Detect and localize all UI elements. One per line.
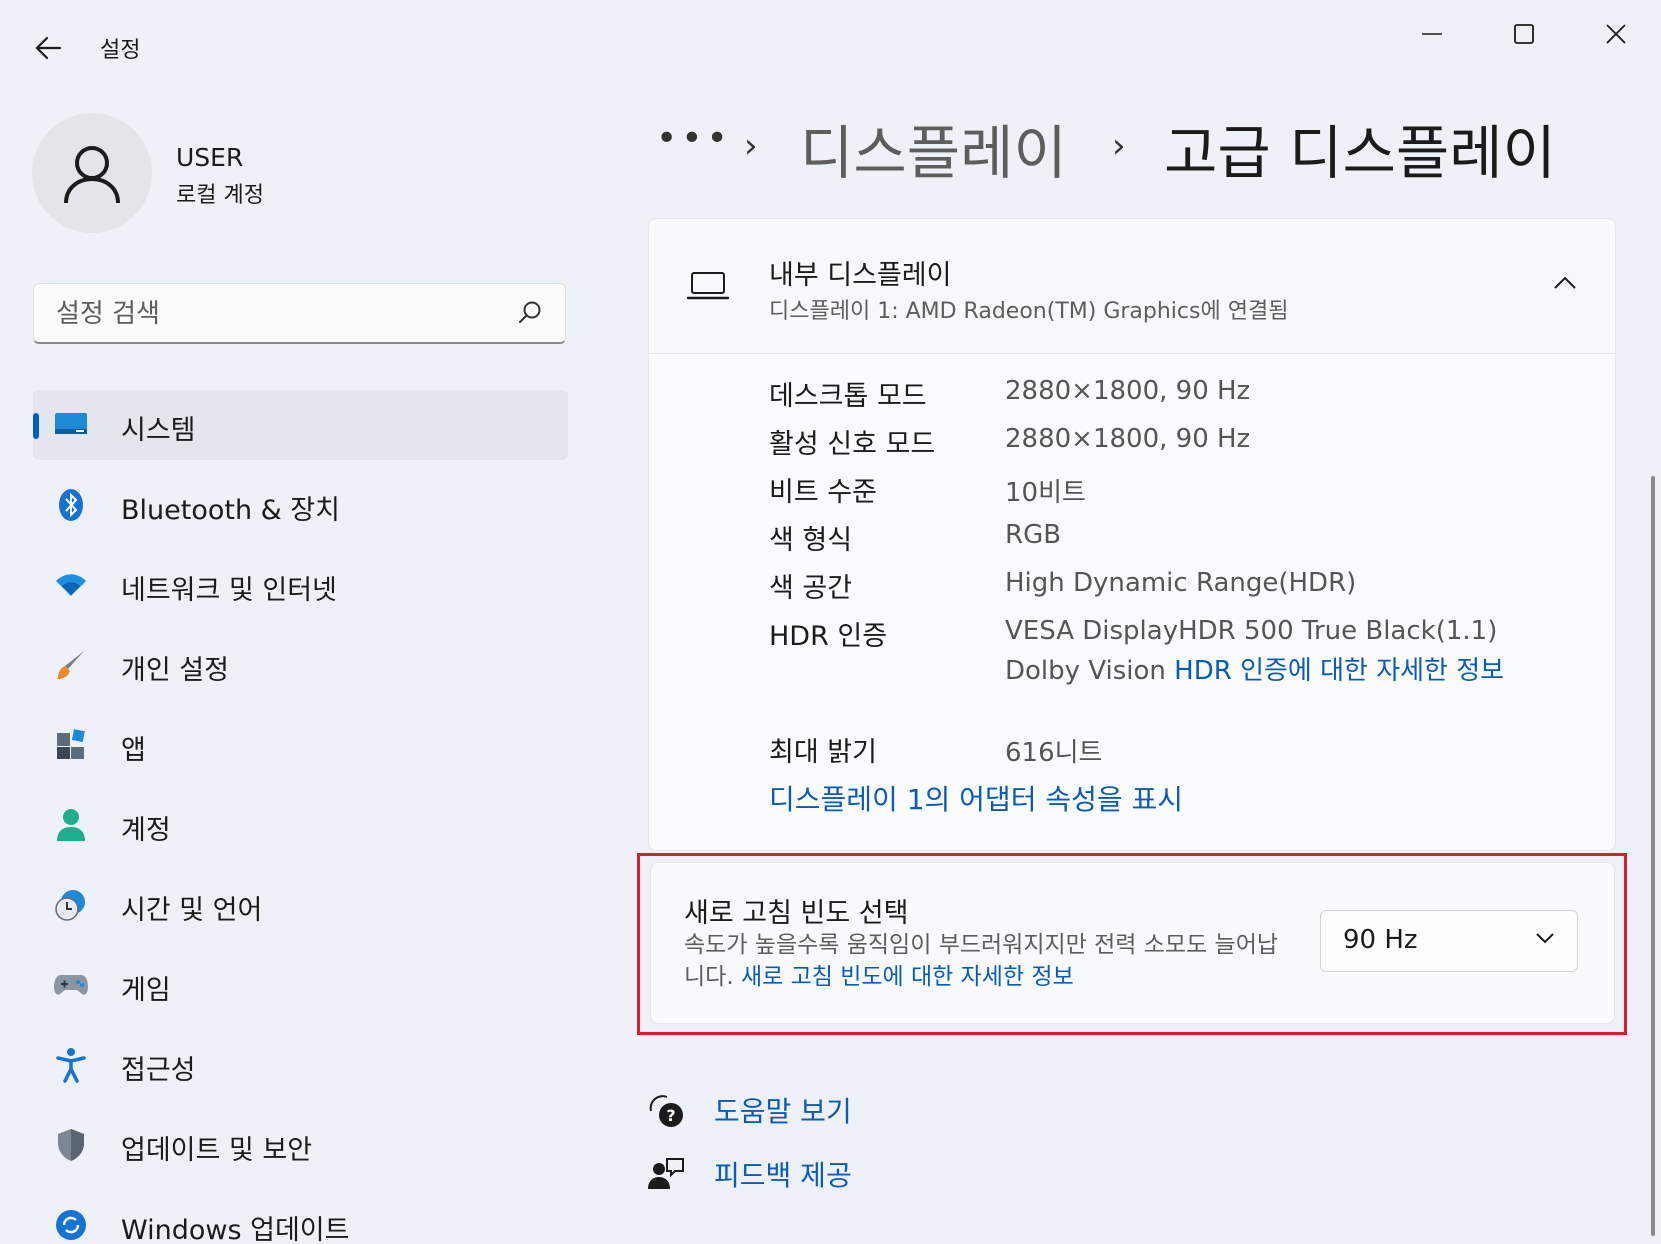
sidebar-item-label: 시간 및 언어: [121, 895, 263, 926]
clock-globe-icon: [53, 887, 89, 923]
property-label: 색 공간: [769, 573, 853, 604]
maximize-icon: [1514, 24, 1534, 44]
account-type: 로컬 계정: [176, 183, 264, 208]
sidebar-item-bluetooth[interactable]: Bluetooth & 장치: [33, 470, 568, 540]
gamepad-icon: [53, 967, 89, 1003]
paintbrush-icon: [53, 647, 89, 683]
scrollbar-thumb[interactable]: [1651, 476, 1655, 1236]
page-title: 고급 디스플레이: [1164, 119, 1556, 187]
bluetooth-icon: [53, 487, 89, 523]
sidebar-item-system[interactable]: 시스템: [33, 390, 568, 460]
sidebar-item-label: 앱: [121, 735, 146, 766]
sidebar-item-label: 네트워크 및 인터넷: [121, 575, 337, 606]
property-value: 616니트: [1005, 738, 1103, 768]
property-label: 비트 수준: [769, 477, 877, 508]
hdr-info-link[interactable]: HDR 인증에 대한 자세한 정보: [1174, 656, 1504, 686]
adapter-properties-link[interactable]: 디스플레이 1의 어댑터 속성을 표시: [769, 778, 1183, 818]
breadcrumb-overflow-button[interactable]: •••: [656, 118, 732, 159]
property-label: 활성 신호 모드: [769, 429, 936, 460]
property-label: HDR 인증: [769, 621, 888, 652]
breadcrumb-parent-link[interactable]: 디스플레이: [800, 106, 1067, 190]
hdr-certification-extra: Dolby Vision HDR 인증에 대한 자세한 정보: [1005, 654, 1545, 689]
close-icon: [1606, 24, 1626, 44]
search-icon[interactable]: [517, 300, 543, 326]
minimize-button[interactable]: [1402, 14, 1462, 54]
back-button[interactable]: [30, 28, 70, 68]
wifi-icon: [53, 567, 89, 603]
shield-icon: [53, 1127, 89, 1163]
display-properties: 데스크톱 모드 2880×1800, 90 Hz 활성 신호 모드 2880×1…: [649, 354, 1615, 850]
person-icon: [64, 146, 120, 204]
search-box[interactable]: [33, 283, 566, 344]
sidebar-item-apps[interactable]: 앱: [33, 710, 568, 780]
sidebar-item-label: Windows 업데이트: [121, 1215, 350, 1244]
property-value: 10비트: [1005, 478, 1086, 508]
property-label: 색 형식: [769, 525, 853, 556]
property-value: 2880×1800, 90 Hz: [1005, 376, 1251, 406]
sidebar-item-label: 개인 설정: [121, 655, 229, 686]
maximize-button[interactable]: [1494, 14, 1554, 54]
sidebar-item-label: 업데이트 및 보안: [121, 1135, 313, 1166]
sidebar-item-label: 접근성: [121, 1055, 196, 1086]
property-label: 최대 밝기: [769, 737, 877, 768]
sidebar-item-network[interactable]: 네트워크 및 인터넷: [33, 550, 568, 620]
laptop-icon: [687, 272, 729, 300]
dolby-vision-text: Dolby Vision: [1005, 656, 1166, 686]
display-card-header[interactable]: 내부 디스플레이 디스플레이 1: AMD Radeon(TM) Graphic…: [649, 219, 1615, 354]
sidebar-item-accessibility[interactable]: 접근성: [33, 1030, 568, 1100]
breadcrumb-separator: ›: [1112, 126, 1126, 166]
property-label: 데스크톱 모드: [769, 381, 927, 412]
sidebar-item-label: 시스템: [121, 415, 196, 446]
display-info-card: 내부 디스플레이 디스플레이 1: AMD Radeon(TM) Graphic…: [648, 218, 1616, 851]
svg-text:?: ?: [666, 1106, 675, 1125]
get-help-link[interactable]: ? 도움말 보기: [646, 1088, 852, 1132]
avatar[interactable]: [32, 113, 152, 233]
give-feedback-link[interactable]: 피드백 제공: [646, 1152, 852, 1196]
property-value: VESA DisplayHDR 500 True Black(1.1): [1005, 616, 1498, 646]
sidebar-item-label: Bluetooth & 장치: [121, 495, 340, 526]
search-input[interactable]: [54, 294, 498, 334]
property-value: 2880×1800, 90 Hz: [1005, 424, 1251, 454]
give-feedback-label: 피드백 제공: [714, 1159, 852, 1192]
sidebar-item-accounts[interactable]: 계정: [33, 790, 568, 860]
sidebar-item-label: 게임: [121, 975, 171, 1006]
property-value: High Dynamic Range(HDR): [1005, 568, 1357, 598]
feedback-icon: [646, 1154, 686, 1194]
monitor-icon: [53, 407, 89, 443]
windows-update-icon: [53, 1207, 89, 1243]
sidebar-item-update-security[interactable]: 업데이트 및 보안: [33, 1110, 568, 1180]
user-name: USER: [176, 143, 244, 172]
sidebar-item-personalization[interactable]: 개인 설정: [33, 630, 568, 700]
chevron-up-icon[interactable]: [1553, 275, 1577, 291]
highlight-box: [637, 853, 1627, 1035]
selection-indicator: [33, 413, 39, 439]
sidebar-item-gaming[interactable]: 게임: [33, 950, 568, 1020]
app-title: 설정: [100, 38, 141, 63]
get-help-label: 도움말 보기: [714, 1095, 852, 1128]
breadcrumb-separator: ›: [744, 126, 758, 166]
close-button[interactable]: [1586, 14, 1646, 54]
account-icon: [53, 807, 89, 843]
help-chat-icon: ?: [646, 1090, 686, 1130]
sidebar-item-time-language[interactable]: 시간 및 언어: [33, 870, 568, 940]
sidebar-item-label: 계정: [121, 815, 171, 846]
sidebar-item-windows-update[interactable]: Windows 업데이트: [33, 1190, 568, 1244]
display-card-subtitle: 디스플레이 1: AMD Radeon(TM) Graphics에 연결됨: [769, 299, 1289, 324]
accessibility-icon: [53, 1047, 89, 1083]
display-card-title: 내부 디스플레이: [769, 260, 952, 291]
minimize-icon: [1422, 33, 1442, 35]
property-value: RGB: [1005, 520, 1062, 550]
apps-icon: [53, 727, 89, 763]
back-arrow-icon: [35, 36, 62, 60]
